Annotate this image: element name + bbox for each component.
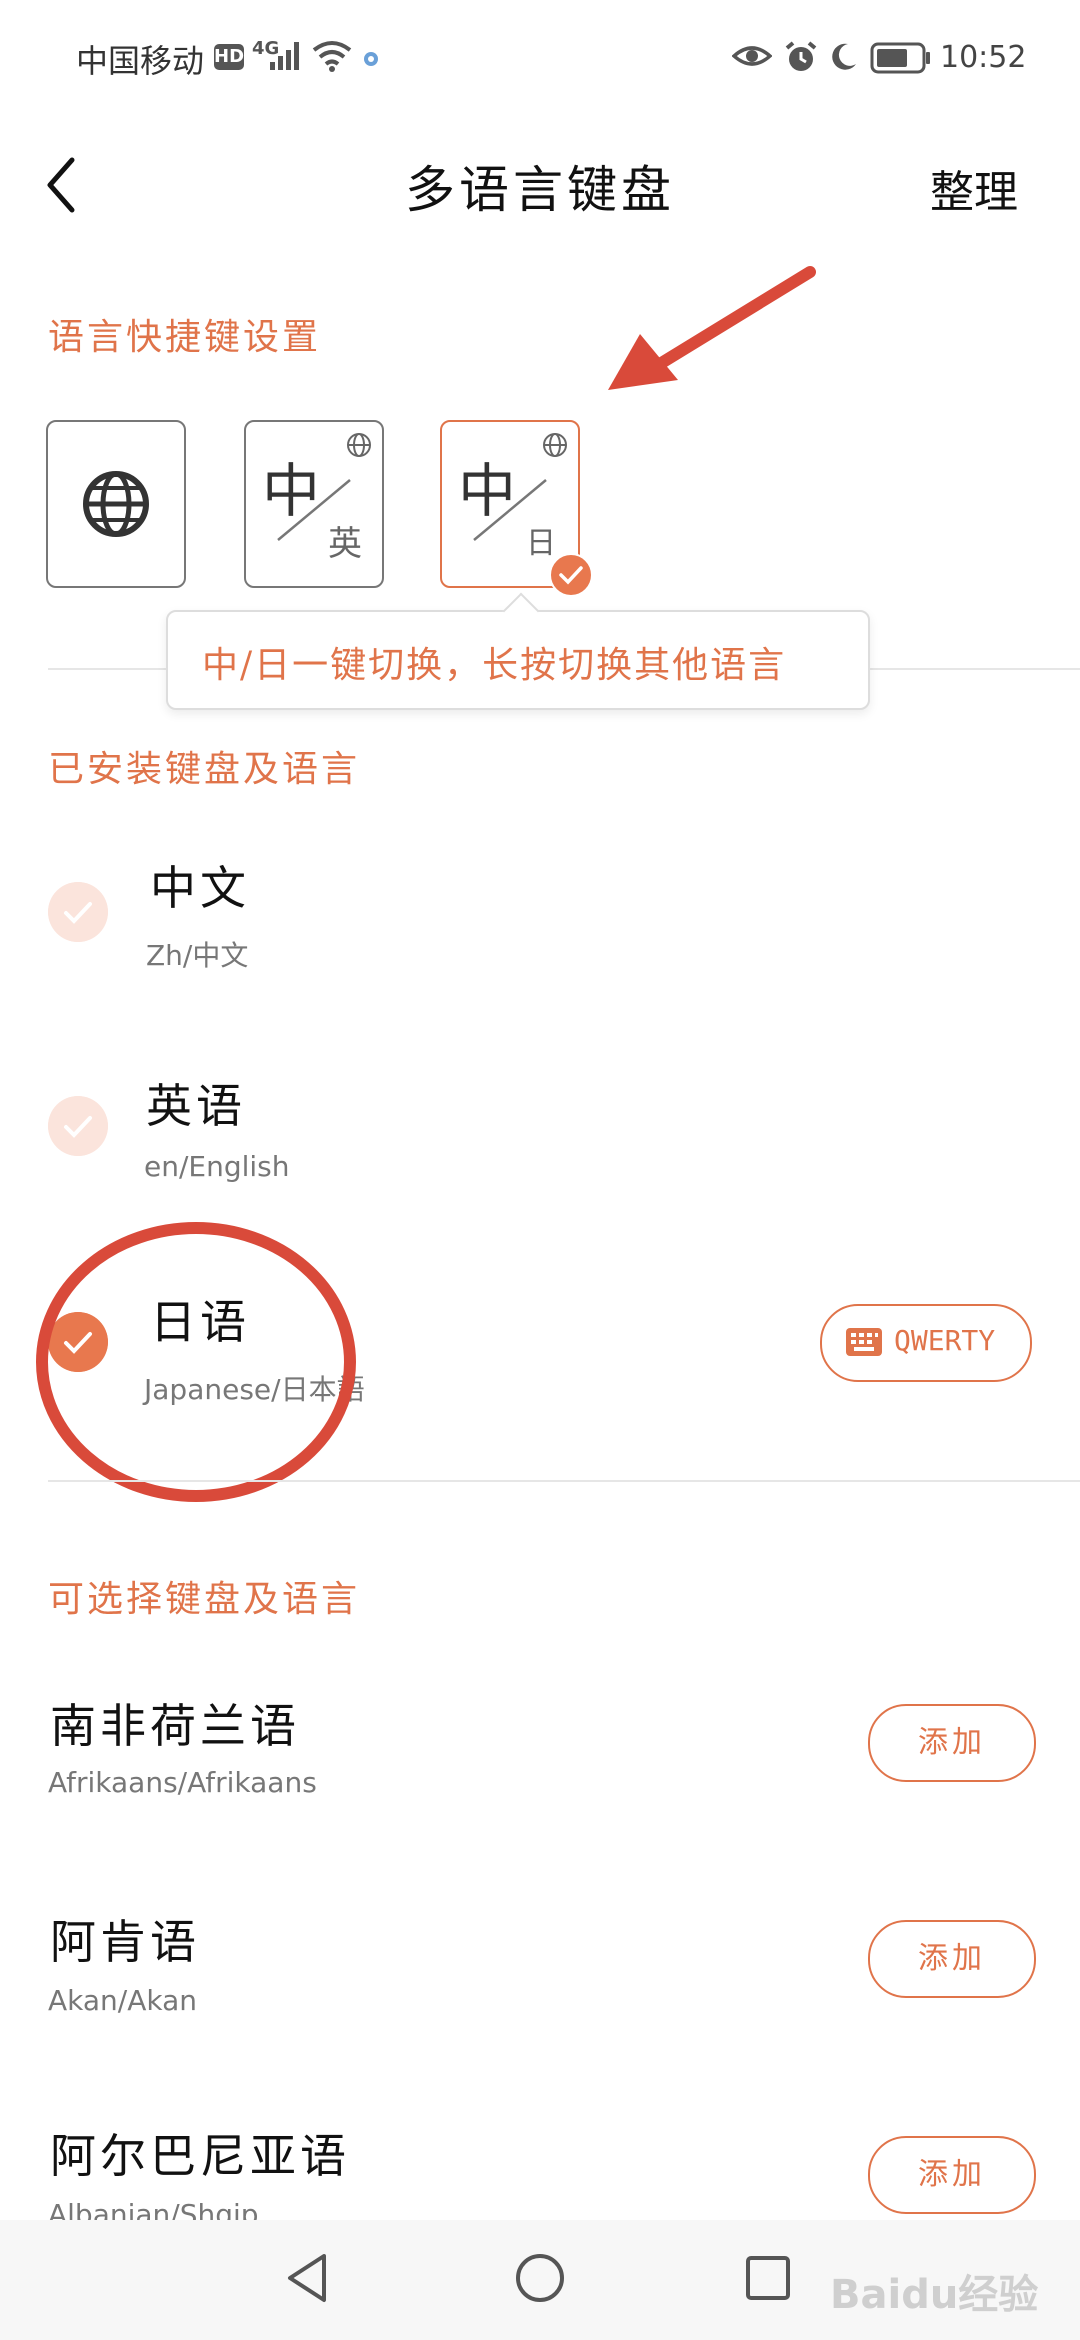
- moon-icon: [832, 43, 856, 70]
- language-name: 中文: [150, 861, 250, 915]
- small-globe-icon: [347, 433, 371, 457]
- shortcut-tooltip: 中/日一键切换，长按切换其他语言: [166, 592, 870, 710]
- language-name: 阿肯语: [50, 1915, 200, 1969]
- language-subtitle: Akan/Akan: [48, 1984, 197, 2017]
- tooltip-text: 中/日一键切换，长按切换其他语言: [202, 645, 787, 686]
- installed-section-heading: 已安装键盘及语言: [48, 749, 361, 790]
- section-divider: [48, 1480, 1080, 1482]
- nav-home-icon[interactable]: [512, 2250, 568, 2306]
- nav-back-icon[interactable]: [282, 2250, 332, 2306]
- keyboard-layout-button[interactable]: QWERTY: [820, 1304, 1032, 1382]
- shortcut-tile-globe[interactable]: [46, 420, 186, 588]
- eye-icon: [732, 46, 772, 66]
- add-button[interactable]: 添加: [868, 1920, 1036, 1998]
- annotation-arrow: [608, 266, 816, 390]
- shortcut-tile-zh-en[interactable]: 中 英: [244, 420, 384, 588]
- list-item: 阿肯语 Akan/Akan 添加: [0, 1896, 1080, 2046]
- globe-icon: [83, 471, 149, 537]
- list-item[interactable]: 英语 en/English: [0, 1050, 1080, 1230]
- battery-icon: [870, 42, 930, 74]
- check-icon: [48, 882, 108, 942]
- list-item: 阿尔巴尼亚语 Albanian/Shqip 添加: [0, 2112, 1080, 2220]
- small-globe-icon: [543, 433, 567, 457]
- selected-check-icon: [549, 553, 593, 597]
- wifi-icon: [312, 41, 352, 72]
- available-section-heading: 可选择键盘及语言: [48, 1579, 361, 1620]
- language-name: 南非荷兰语: [50, 1699, 300, 1753]
- annotation-circle: [36, 1222, 356, 1502]
- list-item[interactable]: 中文 Zh/中文: [0, 830, 1080, 1010]
- carrier-label: 中国移动: [76, 42, 205, 80]
- system-nav-bar: Baidu经验: [0, 2220, 1080, 2340]
- check-icon: [48, 1096, 108, 1156]
- language-subtitle: en/English: [144, 1150, 290, 1183]
- clock-time: 10:52: [940, 40, 1027, 75]
- add-button[interactable]: 添加: [868, 1704, 1036, 1782]
- keyboard-icon: [846, 1328, 882, 1356]
- page-title: 多语言键盘: [405, 161, 675, 219]
- language-name: 英语: [146, 1079, 246, 1133]
- language-subtitle: Zh/中文: [146, 939, 249, 972]
- add-button[interactable]: 添加: [868, 2136, 1036, 2214]
- manage-button[interactable]: 整理: [930, 156, 1018, 220]
- language-subtitle: Albanian/Shqip: [48, 2198, 259, 2220]
- hd-badge: HD: [214, 44, 244, 70]
- shortcut-section-heading: 语言快捷键设置: [48, 317, 322, 358]
- status-bar: 中国移动 HD 4G 10:52: [0, 0, 1080, 120]
- keyboard-layout-label: QWERTY: [894, 1324, 996, 1357]
- nav-recents-icon[interactable]: [742, 2252, 794, 2304]
- list-item: 南非荷兰语 Afrikaans/Afrikaans 添加: [0, 1680, 1080, 1830]
- signal-icon: [270, 42, 299, 70]
- language-name: 阿尔巴尼亚语: [50, 2129, 350, 2183]
- app-notification-icon: [364, 52, 378, 66]
- watermark: Baidu经验: [830, 2272, 1039, 2318]
- alarm-icon: [785, 41, 817, 71]
- language-subtitle: Afrikaans/Afrikaans: [48, 1766, 317, 1799]
